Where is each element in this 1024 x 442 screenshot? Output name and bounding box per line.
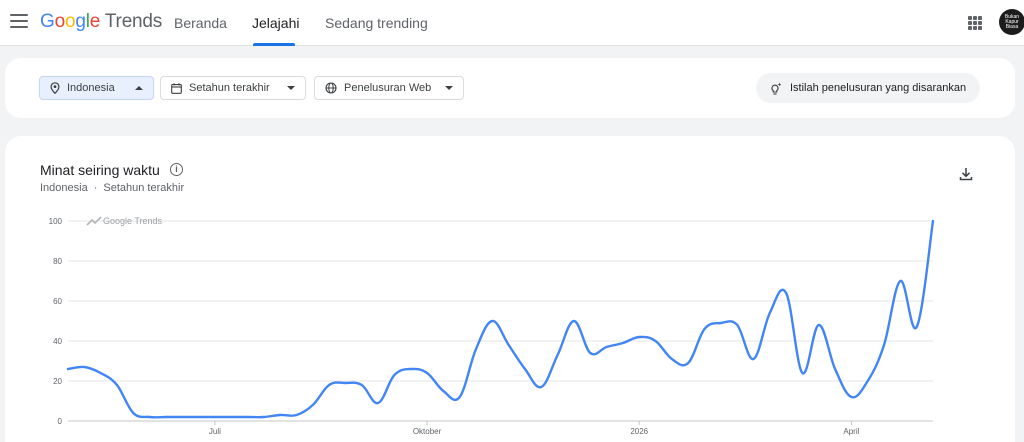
y-tick-label: 100 [49, 217, 63, 226]
x-tick-label: April [843, 427, 859, 436]
interest-line-chart: Google Trends 0 20 40 60 80 100 Juli Oktober 202… [49, 216, 935, 436]
x-tick-label: 2026 [630, 427, 648, 436]
y-tick-label: 80 [53, 257, 62, 266]
watermark-text: Google Trends [103, 216, 163, 226]
x-tick-label: Juli [209, 427, 221, 436]
y-tick-label: 20 [53, 377, 62, 386]
y-tick-label: 40 [53, 337, 62, 346]
y-tick-label: 60 [53, 297, 62, 306]
y-tick-label: 0 [58, 417, 63, 426]
series-line [66, 219, 935, 419]
x-tick-label: Oktober [413, 427, 442, 436]
